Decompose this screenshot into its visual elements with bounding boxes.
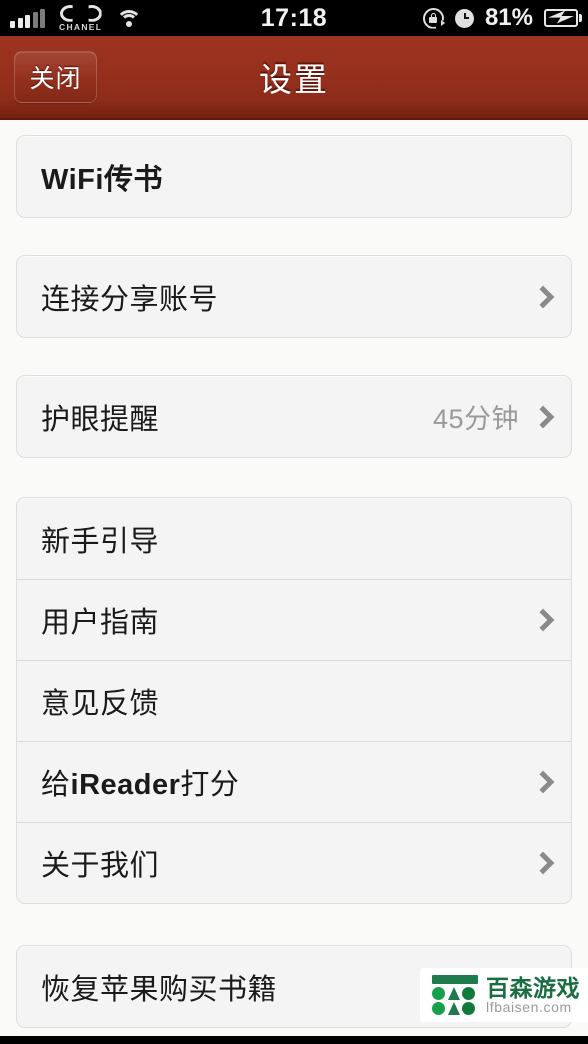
status-bar-left: CHANEL [10, 4, 143, 32]
settings-row-label: 新手引导 [41, 525, 160, 558]
settings-group: 新手引导用户指南意见反馈给iReader打分 关于我们 [16, 497, 572, 904]
chevron-right-icon [531, 770, 555, 793]
settings-row[interactable]: 意见反馈 [17, 660, 571, 741]
watermark-logo-icon [432, 975, 478, 1015]
settings-row-label: 连接分享账号 [41, 283, 219, 316]
watermark-subtitle: lfbaisen.com [486, 998, 572, 1015]
wifi-icon [116, 8, 143, 28]
battery-percent-label: 81% [484, 4, 533, 31]
settings-row-label: 给iReader打分 [41, 768, 240, 801]
settings-row-label: 关于我们 [41, 849, 160, 882]
settings-row[interactable]: 连接分享账号 [17, 256, 571, 337]
settings-group: 连接分享账号 [16, 255, 572, 338]
settings-row[interactable]: 关于我们 [17, 822, 571, 903]
settings-groups: WiFi传书连接分享账号 护眼提醒 45分钟新手引导用户指南意见反馈给iReader… [16, 135, 572, 1028]
alarm-clock-icon [454, 8, 474, 28]
status-bar: CHANEL 17:18 81% [0, 0, 588, 36]
settings-row[interactable]: WiFi传书 [17, 136, 571, 217]
signal-bars-icon [10, 8, 45, 28]
carrier-name: CHANEL [59, 21, 103, 32]
chevron-right-icon [531, 608, 555, 631]
watermark-title: 百森游戏 [486, 974, 580, 1001]
watermark: 百森游戏 lfbaisen.com [420, 968, 588, 1022]
bottom-bar [0, 1036, 588, 1044]
settings-row-label: WiFi传书 [41, 163, 163, 196]
navigation-bar: 关闭 设置 [0, 36, 588, 120]
phone-screen: CHANEL 17:18 81% 关闭 设置 WiFi传书连接分享账号 护眼提醒… [0, 0, 588, 1044]
settings-row-label: 用户指南 [41, 606, 160, 639]
settings-row-label: 护眼提醒 [41, 403, 160, 436]
battery-charging-icon [544, 9, 582, 27]
settings-group: 护眼提醒 45分钟 [16, 375, 572, 458]
chanel-logo-icon: CHANEL [59, 4, 103, 32]
settings-group: WiFi传书 [16, 135, 572, 218]
rotation-lock-icon [422, 7, 445, 29]
settings-row-label: 恢复苹果购买书籍 [41, 973, 278, 1006]
close-button[interactable]: 关闭 [14, 51, 97, 103]
status-bar-clock: 17:18 [260, 3, 328, 32]
chevron-right-icon [531, 851, 555, 874]
status-bar-right: 81% [422, 4, 582, 32]
settings-list: WiFi传书连接分享账号 护眼提醒 45分钟新手引导用户指南意见反馈给iReader… [0, 120, 588, 1036]
chevron-right-icon [531, 405, 555, 428]
settings-row[interactable]: 给iReader打分 [17, 741, 571, 822]
settings-row[interactable]: 新手引导 [17, 498, 571, 579]
settings-row[interactable]: 用户指南 [17, 579, 571, 660]
settings-row[interactable]: 护眼提醒 45分钟 [17, 376, 571, 457]
watermark-text: 百森游戏 lfbaisen.com [486, 974, 580, 1015]
settings-row-value: 45分钟 [432, 404, 519, 434]
chevron-right-icon [531, 285, 555, 308]
settings-row-label: 意见反馈 [41, 687, 160, 720]
